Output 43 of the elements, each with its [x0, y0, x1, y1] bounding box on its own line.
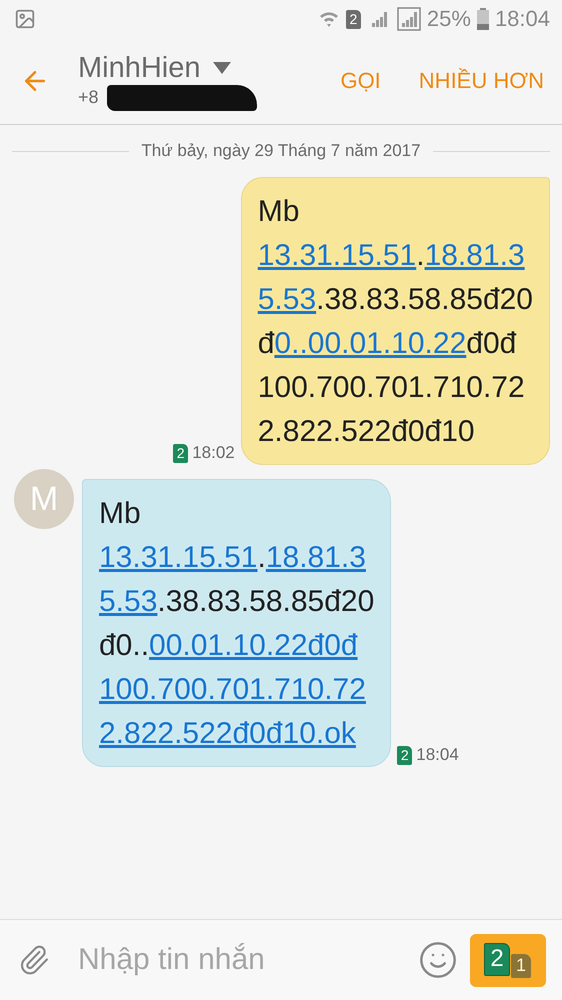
- sim-icon: 1: [511, 954, 531, 978]
- message-link[interactable]: 13.31.15.51: [258, 239, 416, 272]
- send-button[interactable]: 2 1: [470, 934, 546, 986]
- header-action[interactable]: GỌI: [340, 68, 381, 94]
- message-text: đ0..: [99, 629, 150, 662]
- message-link[interactable]: 18.81.3: [424, 239, 525, 272]
- sim-badge: 2: [397, 746, 412, 764]
- message-input[interactable]: Nhập tin nhắn: [76, 942, 418, 978]
- battery-icon: [476, 8, 489, 30]
- message-text: Mb: [258, 195, 300, 228]
- emoji-button[interactable]: [418, 940, 458, 980]
- message-link[interactable]: 18.81.3: [266, 541, 366, 574]
- clock: 18:04: [494, 6, 550, 32]
- image-icon: [14, 8, 36, 30]
- dropdown-icon[interactable]: [212, 62, 230, 74]
- sim-badge: 2: [173, 444, 188, 462]
- message-time: 18:04: [416, 745, 459, 765]
- message-text: đ0đ: [466, 327, 516, 360]
- message-link[interactable]: 5.53: [99, 585, 158, 618]
- sim-icon: 2: [484, 942, 510, 976]
- date-divider: Thứ bảy, ngày 29 Tháng 7 năm 2017: [141, 141, 421, 161]
- message-text: 100.700.701.710.72: [258, 371, 525, 404]
- phone-number: +8: [78, 87, 99, 108]
- message-text: .: [257, 541, 266, 574]
- message-text: Mb: [99, 497, 141, 530]
- header-action[interactable]: NHIỀU HƠN: [418, 68, 544, 94]
- battery-percent: 25%: [426, 6, 471, 32]
- message-link[interactable]: 5.53: [258, 283, 316, 316]
- message-text: đ: [258, 327, 274, 360]
- message-time: 18:02: [192, 443, 235, 463]
- message-link[interactable]: 13.31.15.51: [99, 541, 258, 574]
- message-text: .: [416, 239, 425, 272]
- message-text: .38.83.58.85đ20: [316, 283, 533, 316]
- message-text: .38.83.58.85đ20: [157, 585, 374, 618]
- signal-icon: [396, 7, 421, 31]
- message-text: 2.822.522đ0đ10: [258, 415, 475, 448]
- sim-badge: 2: [346, 10, 361, 28]
- message-link[interactable]: 00.01.10.22đ0đ: [149, 629, 358, 662]
- message-link[interactable]: 0..00.01.10.22: [274, 327, 466, 360]
- contact-name: MinhHien: [78, 52, 200, 84]
- message-link[interactable]: 100.700.701.710.72: [99, 673, 366, 706]
- message-link[interactable]: 2.822.522đ0đ10.ok: [99, 717, 356, 750]
- attach-button[interactable]: [18, 944, 50, 976]
